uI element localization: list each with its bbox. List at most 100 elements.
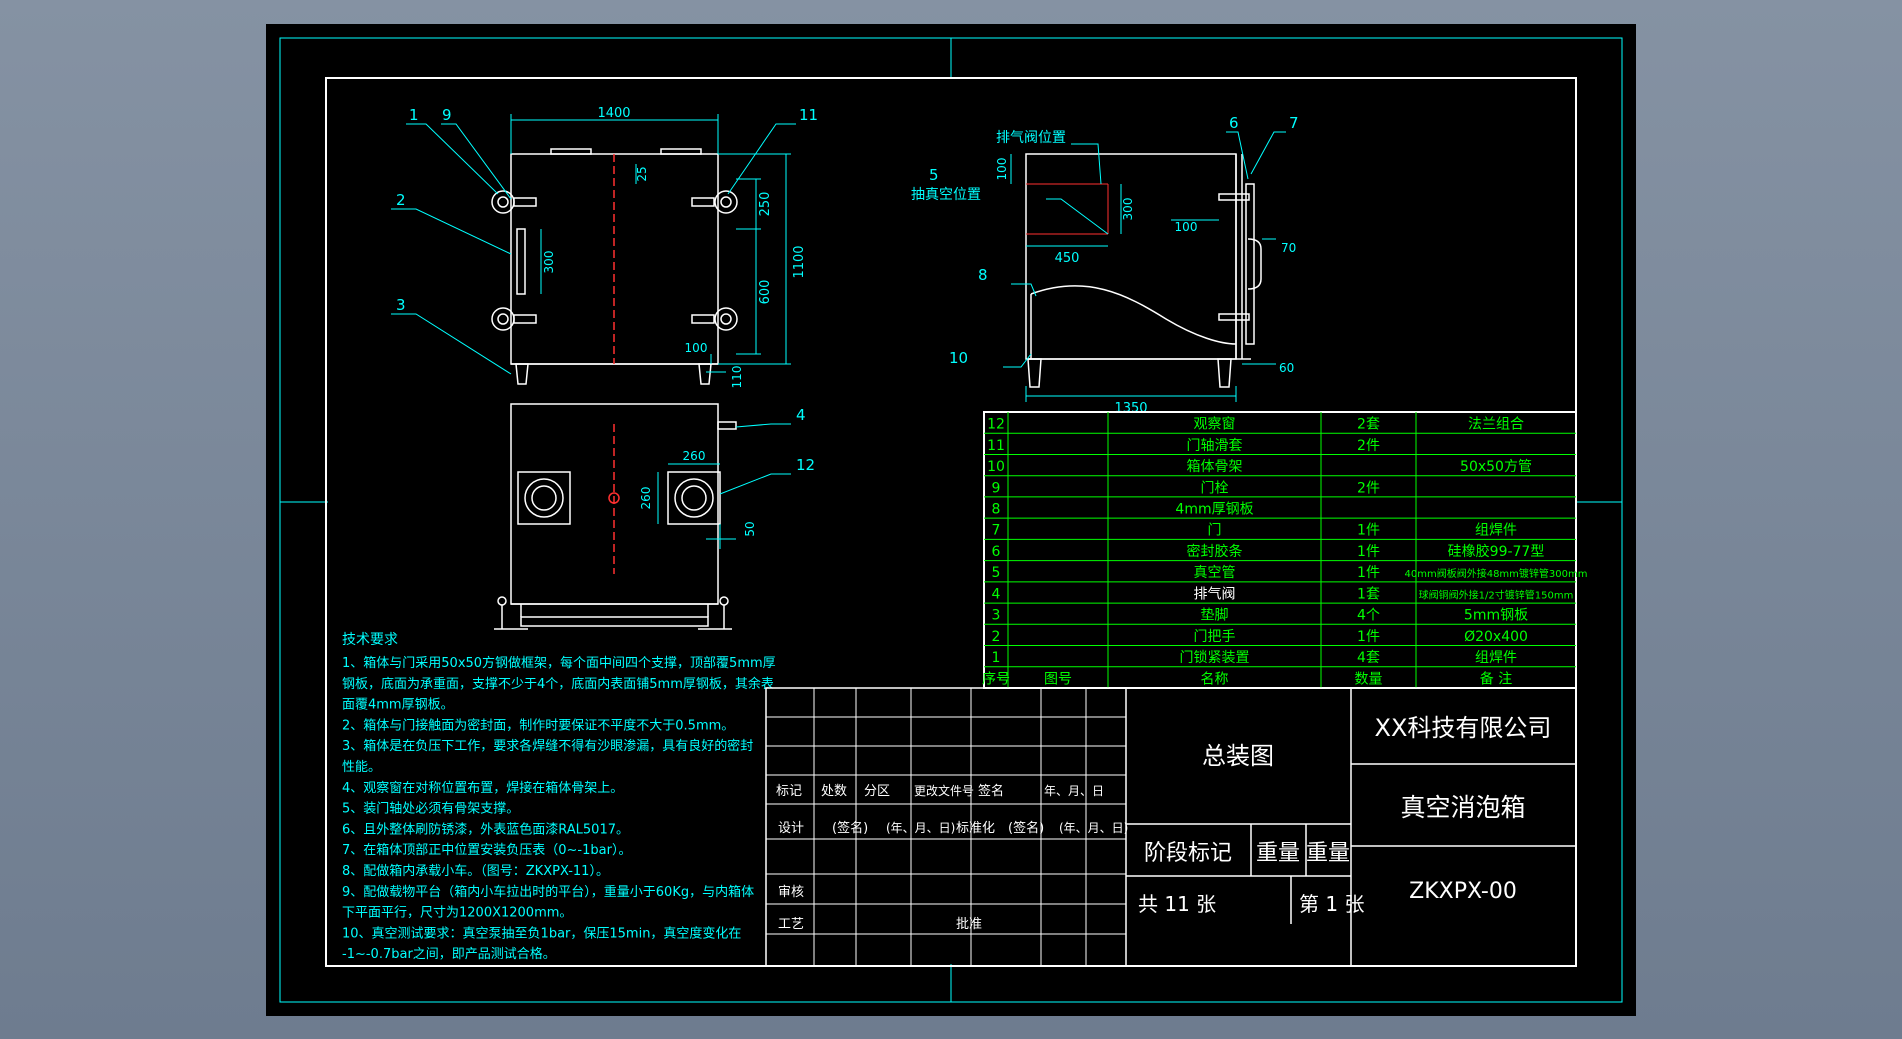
requirement-line: -1~-0.7bar之间，即产品测试合格。: [342, 946, 556, 962]
side-foot-left: [1027, 358, 1042, 388]
bom-cell-qty: 4套: [1357, 650, 1380, 666]
bom-cell-note: 法兰组合: [1468, 417, 1524, 433]
requirement-line: 2、箱体与门接触面为密封面，制作时要保证不平度不大于0.5mm。: [342, 717, 734, 733]
annotation-vacuum-port: 抽真空位置: [911, 187, 981, 203]
sheet-number: 第 1 张: [1299, 892, 1364, 916]
tb-date: 年、月、日: [1044, 784, 1104, 798]
requirement-line: 6、且外整体刷防锈漆，外表蓝色面漆RAL5017。: [342, 821, 629, 837]
scale-label: 重量: [1306, 841, 1350, 866]
viewport-left: [517, 471, 571, 525]
bom-cell-no: 10: [987, 459, 1005, 475]
technical-requirements: 技术要求 1、箱体与门采用50x50方钢做框架，每个面中间四个支撑，顶部覆5mm…: [342, 632, 776, 962]
top-dimensions: [657, 463, 736, 549]
tb-standard: 标准化: [956, 821, 995, 836]
door-lock-bottom-right: [691, 307, 738, 331]
callout-10: 10: [949, 349, 968, 367]
top-view: [494, 403, 737, 630]
callout-12: 12: [796, 456, 815, 474]
cad-drawing: 1400 1100 250 600 25 300 100 110 260 260…: [279, 37, 1623, 1003]
sheet-total: 共 11 张: [1138, 892, 1216, 916]
side-foot-right: [1217, 358, 1232, 388]
dim-side-100: 100: [1175, 220, 1198, 234]
bom-cell-no: 12: [987, 417, 1005, 433]
dim-250: 250: [758, 192, 773, 217]
bom-cell-no: 11: [987, 438, 1005, 454]
requirement-line: 面覆4mm厚钢板。: [342, 698, 454, 713]
bom-cell-qty: 2件: [1357, 438, 1380, 454]
dim-110: 110: [730, 366, 744, 389]
front-foot-right: [698, 363, 712, 385]
callout-3: 3: [396, 296, 406, 314]
bom-cell-note: 5mm钢板: [1464, 608, 1528, 624]
bom-cell-name: 门: [1208, 523, 1222, 539]
requirements-title: 技术要求: [342, 632, 398, 648]
callout-6: 6: [1229, 114, 1239, 132]
bom-cell-name: 密封胶条: [1187, 543, 1243, 560]
stage-mark: 阶段标记: [1144, 841, 1232, 866]
requirement-line: 5、装门轴处必须有骨架支撑。: [342, 802, 519, 817]
callout-5: 5: [929, 166, 939, 184]
door-lock-top-right: [691, 190, 738, 214]
bom-cell-no: 6: [992, 544, 1001, 560]
bom-cell-qty: 1件: [1357, 523, 1380, 539]
requirements-lines: 1、箱体与门采用50x50方钢做框架，每个面中间四个支撑，顶部覆5mm厚钢板，底…: [342, 655, 776, 962]
side-curve: [1030, 285, 1237, 345]
callout-leaders: [391, 123, 1286, 495]
callout-11: 11: [799, 106, 818, 124]
dim-100-front: 100: [685, 341, 708, 355]
requirement-line: 1、箱体与门采用50x50方钢做框架，每个面中间四个支撑，顶部覆5mm厚: [342, 655, 776, 671]
bom-cell-name: 观察窗: [1194, 416, 1236, 433]
bom-cell-qty: 2套: [1357, 417, 1380, 433]
dim-side-70: 70: [1281, 241, 1296, 255]
dim-260-w: 260: [683, 449, 706, 463]
callout-4: 4: [796, 406, 806, 424]
bom-header-qty: 数量: [1355, 671, 1383, 687]
callout-8: 8: [978, 266, 988, 284]
tb-approve: 批准: [956, 917, 982, 932]
bom-cell-name: 真空管: [1194, 565, 1236, 581]
weight-label: 重量: [1256, 841, 1300, 866]
wheel-right: [698, 596, 732, 630]
dim-side-100-top: 100: [995, 158, 1009, 181]
dim-1400: 1400: [597, 106, 630, 121]
bom-cell-name: 箱体骨架: [1187, 459, 1243, 475]
bom-cell-name: 垫脚: [1201, 608, 1229, 624]
bom-cell-qty: 1件: [1357, 565, 1380, 581]
front-dimensions: [510, 114, 791, 373]
viewport-right: [667, 471, 721, 525]
callout-9: 9: [442, 106, 452, 124]
bom-cell-no: 4: [992, 586, 1001, 602]
bom-cell-note: 组焊件: [1475, 650, 1517, 666]
dim-1100: 1100: [792, 245, 807, 278]
tb-zone: 分区: [864, 784, 890, 799]
requirement-line: 8、配做箱内承载小车。（图号：ZKXPX-11）。: [342, 863, 609, 879]
bom-header-name: 名称: [1201, 671, 1229, 687]
dim-side-60: 60: [1279, 361, 1294, 375]
requirement-line: 7、在箱体顶部正中位置安装负压表（0~-1bar）。: [342, 842, 631, 858]
requirement-line: 下平面平行，尺寸为1200X1200mm。: [342, 906, 572, 921]
bom-header-no: 序号: [982, 671, 1010, 687]
requirement-line: 性能。: [342, 760, 381, 775]
exhaust-valve-stub: [717, 421, 737, 430]
bom-cell-no: 7: [992, 523, 1001, 539]
bom-cell-name: 排气阀: [1194, 586, 1236, 602]
side-view: [1025, 153, 1262, 388]
dim-600: 600: [758, 280, 773, 305]
bom-cell-name: 4mm厚钢板: [1175, 501, 1253, 517]
tb-signature: 签名: [978, 783, 1004, 799]
top-base-plate: [520, 616, 709, 627]
requirement-line: 9、配做载物平台（箱内小车拉出时的平台），重量小于60Kg，与内箱体: [342, 884, 754, 900]
tb-change-doc: 更改文件号: [914, 783, 974, 798]
bom-cell-note: Ø20x400: [1464, 629, 1528, 645]
tb-review: 审核: [778, 885, 804, 900]
dim-50: 50: [743, 521, 757, 536]
requirement-line: 钢板，底面为承重面，支撑不少于4个，底面内表面铺5mm厚钢板，其余表: [342, 676, 774, 692]
bom-cell-qty: 1件: [1357, 629, 1380, 645]
tb-date1: (年、月、日): [886, 821, 955, 835]
requirement-line: 10、真空测试要求：真空泵抽至负1bar，保压15min，真空度变化在: [342, 925, 741, 941]
callout-1: 1: [409, 106, 419, 124]
dim-side-300: 300: [1121, 198, 1135, 221]
bom-table: 12 观察窗 2套 法兰组合11 门轴滑套 2件10 箱体骨架 50x50方管9 门栓 2件8 4m…: [982, 411, 1587, 689]
side-lines-red: [1026, 183, 1109, 235]
tb-design: 设计: [778, 821, 804, 836]
